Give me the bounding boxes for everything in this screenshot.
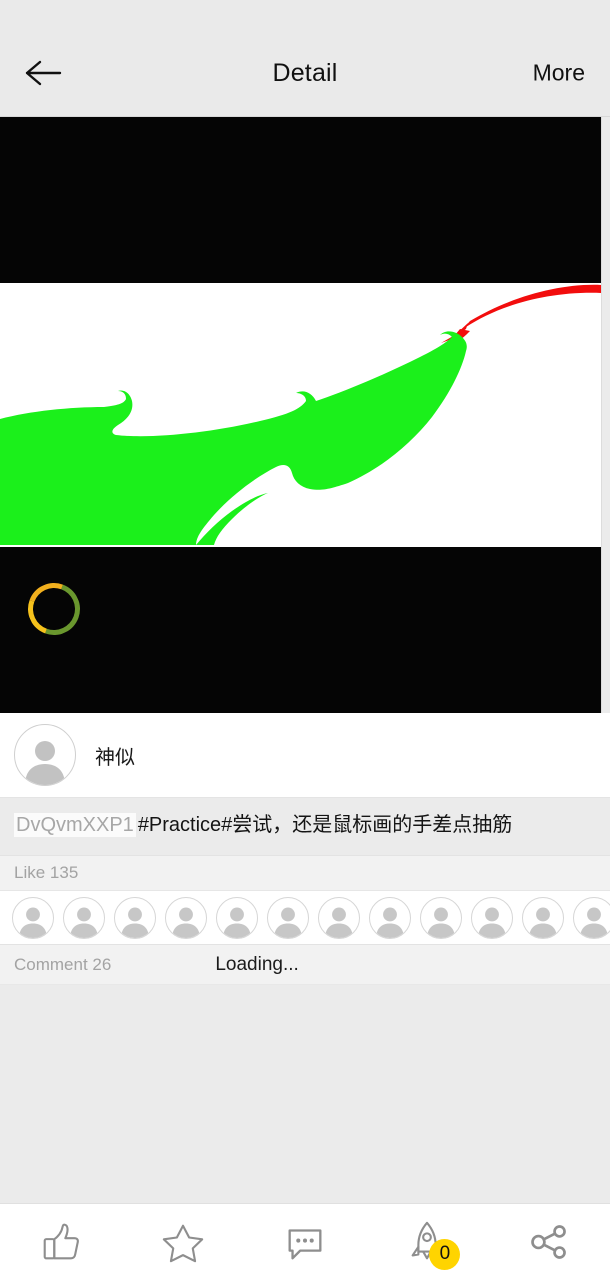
- person-placeholder-icon: [580, 907, 608, 938]
- list-item[interactable]: [165, 896, 207, 939]
- like-button[interactable]: [0, 1204, 122, 1280]
- person-placeholder-icon: [529, 907, 557, 938]
- boost-button[interactable]: 0: [366, 1204, 488, 1280]
- person-placeholder-icon: [121, 907, 149, 938]
- share-nodes-icon: [531, 1225, 566, 1259]
- like-header[interactable]: Like 135: [0, 855, 610, 891]
- person-placeholder-icon: [223, 907, 251, 938]
- post-caption: DvQvmXXP1 #Practice#尝试，还是鼠标画的手差点抽筋: [0, 798, 610, 855]
- like-avatar-list[interactable]: [0, 891, 610, 944]
- comment-bubble-icon: [288, 1229, 322, 1260]
- author-name[interactable]: 神似: [95, 741, 135, 770]
- list-item[interactable]: [420, 896, 462, 939]
- app-screen: Detail More 神似 DvQvmXXP1 #Practice#尝试，还是…: [0, 0, 610, 1280]
- person-placeholder-icon: [478, 907, 506, 938]
- list-item[interactable]: [522, 896, 564, 939]
- list-item[interactable]: [267, 896, 309, 939]
- bottom-toolbar: 0: [0, 1203, 610, 1280]
- author-row[interactable]: 神似: [0, 713, 610, 798]
- caption-text: #Practice#尝试，还是鼠标画的手差点抽筋: [137, 814, 513, 836]
- comment-count-label: Comment 26: [14, 954, 112, 974]
- person-placeholder-icon: [19, 907, 47, 938]
- caption-tag[interactable]: DvQvmXXP1: [14, 813, 136, 837]
- list-item[interactable]: [114, 896, 156, 939]
- media-viewer[interactable]: [0, 117, 602, 713]
- back-button[interactable]: [18, 49, 66, 97]
- list-item[interactable]: [12, 896, 54, 939]
- person-placeholder-icon: [427, 907, 455, 938]
- avatar[interactable]: [14, 724, 76, 786]
- list-item[interactable]: [63, 896, 105, 939]
- artwork-canvas: [0, 283, 601, 547]
- person-placeholder-icon: [325, 907, 353, 938]
- arrow-left-icon: [25, 60, 62, 86]
- comment-button[interactable]: [244, 1204, 366, 1280]
- status-bar: [0, 0, 610, 30]
- loading-spinner-icon: [19, 574, 89, 644]
- page-title: Detail: [272, 58, 338, 87]
- list-item[interactable]: [471, 896, 513, 939]
- comment-loading-text: Loading...: [215, 953, 299, 975]
- share-button[interactable]: [488, 1204, 610, 1280]
- thumbs-up-icon: [43, 1223, 79, 1260]
- artwork-drawing: [0, 284, 601, 545]
- favorite-button[interactable]: [122, 1204, 244, 1280]
- person-placeholder-icon: [70, 907, 98, 938]
- list-item[interactable]: [318, 896, 360, 939]
- comment-header[interactable]: Comment 26 Loading...: [0, 944, 610, 984]
- star-icon: [162, 1224, 204, 1263]
- list-item[interactable]: [573, 896, 610, 939]
- boost-count-badge: 0: [429, 1238, 461, 1270]
- person-placeholder-icon: [25, 741, 65, 785]
- more-button[interactable]: More: [533, 60, 585, 87]
- person-placeholder-icon: [172, 907, 200, 938]
- navigation-bar: Detail More: [0, 30, 610, 117]
- list-item[interactable]: [216, 896, 258, 939]
- list-item[interactable]: [369, 896, 411, 939]
- person-placeholder-icon: [274, 907, 302, 938]
- person-placeholder-icon: [376, 907, 404, 938]
